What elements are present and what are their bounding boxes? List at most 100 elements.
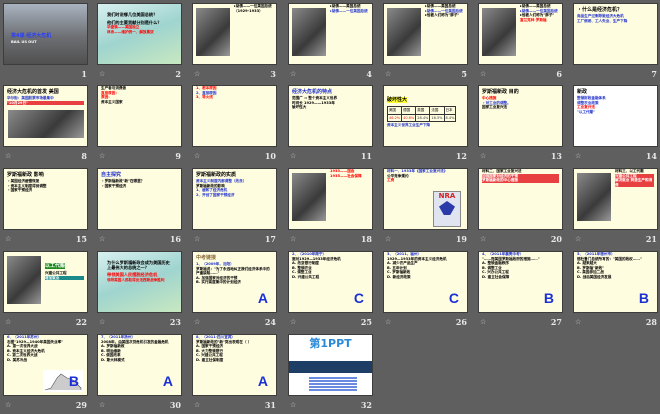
slide-content: 1、根本原因 2、直接原因 3、导火线 — [193, 86, 276, 100]
table-header: 法国 — [429, 106, 445, 115]
slide-thumbnail[interactable]: 8、（2011·四川宜宾） 罗斯福新政的"新"突出表现在（ ） A. 国家干预经济 B… — [192, 334, 277, 396]
slide-thumbnail[interactable]: 经济大危机的特点 范围广 ⇒ 整个资本主义世界 时间长 1929——1933年 破坏性… — [288, 85, 373, 147]
animation-icon[interactable]: ☆ — [385, 70, 391, 78]
animation-icon[interactable]: ☆ — [575, 318, 581, 326]
slide-title: 中考链接 — [196, 255, 217, 261]
slide-thumbnail-cell: 1、根本原因 2、直接原因 3、导火线 ☆ 10 — [192, 85, 278, 165]
slide-number: 23 — [169, 317, 181, 327]
animation-icon[interactable]: ☆ — [5, 401, 11, 409]
animation-icon[interactable]: ☆ — [194, 235, 200, 243]
animation-icon[interactable]: ☆ — [99, 318, 105, 326]
data-table: 美国 德国 英国 法国 日本 46.2% 40.6% 28.4% 16.5% 8.4% — [386, 106, 457, 122]
slide-thumbnail[interactable]: 为什么罗斯福新政会成为美国历史上最伟大的总统之一？ 带领美国人民摆脱经济危机 领导美… — [97, 251, 182, 313]
animation-icon[interactable]: ☆ — [290, 318, 296, 326]
slide-thumbnail-cell: 生产者与消费者 直接原因： 原因： 资本主义国家 ☆ 9 — [97, 85, 183, 165]
slide-text-line: B. 实行高度集中的计划经济 — [196, 280, 241, 285]
slide-text-line: 国家工业复兴法 — [482, 105, 508, 110]
animation-icon[interactable]: ☆ — [290, 235, 296, 243]
slide-photo — [292, 8, 326, 56]
slide-thumbnail[interactable]: ・什么是经济危机？ 商品生产过剩导致经济大危机 工厂倒闭、工人失业、生产下降 — [573, 3, 658, 65]
slide-number: 18 — [360, 234, 372, 244]
table-header: 德国 — [401, 106, 417, 115]
slide-thumbnail-cell: 第1PPT ☆ 32 — [288, 334, 374, 414]
animation-icon[interactable]: ☆ — [194, 318, 200, 326]
slide-thumbnail-cell: ▸胡佛——美国总统 ▸胡佛——一位美国总统 ▸他被人们称为"胖子" 富兰克林·罗斯福 ☆… — [478, 3, 564, 83]
animation-icon[interactable]: ☆ — [99, 401, 105, 409]
slide-thumbnail[interactable]: 1933——国会 1935——社会保障 — [288, 168, 373, 230]
slide-content: 4、（2011年襄樊中考） "……而美国罗斯福政府的措施……" A. 整顿金融秩序 B… — [479, 252, 562, 280]
slide-thumbnail-cell: ・什么是经济危机？ 商品生产过剩导致经济大危机 工厂倒闭、工人失业、生产下降 7 — [573, 3, 659, 83]
slide-thumbnail[interactable]: 以工代赈 兴建公共工程 增加就业 — [3, 251, 88, 313]
animation-icon[interactable]: ☆ — [575, 152, 581, 160]
slide-text-line: 2、开创了国家干预经济 — [196, 192, 235, 197]
slide-thumbnail[interactable]: ▸胡佛——美国总统 ▸胡佛——一位美国总统 — [288, 3, 373, 65]
animation-icon[interactable]: ☆ — [194, 401, 200, 409]
slide-number: 15 — [75, 234, 87, 244]
slide-thumbnail[interactable]: 罗斯福新政 目的 中心措施 ・对工业的调整。 国家工业复兴法 — [478, 85, 563, 147]
animation-icon[interactable]: ☆ — [480, 318, 486, 326]
slide-thumbnail[interactable]: 第1PPT — [288, 334, 373, 396]
slide-thumbnail[interactable]: 罗斯福新政的实质 资本主义制度内部调整（改良） 罗斯福新政的影响 1、缓和了经济危机 2… — [192, 168, 277, 230]
slide-thumbnail-cell: 为什么罗斯福新政会成为美国历史上最伟大的总统之一？ 带领美国人民摆脱经济危机 领导美… — [97, 251, 183, 331]
slide-photo — [387, 8, 421, 56]
slide-thumbnail[interactable]: 4、（2011年襄樊中考） "……而美国罗斯福政府的措施……" A. 整顿金融秩序 B… — [478, 251, 563, 313]
slide-thumbnail[interactable]: 材料二、国家工业复兴法 加强国家对经济的干预 罗斯福新政的中心措施 — [478, 168, 563, 230]
animation-icon[interactable]: ☆ — [290, 152, 296, 160]
slide-thumbnail[interactable]: 6、（2011年苏州） 右图"1929—1940年美国失业率" A. 第一次世界大战… — [3, 334, 88, 396]
table-cell: 40.6% — [401, 114, 417, 122]
animation-icon[interactable]: ☆ — [480, 70, 486, 78]
slide-text-line: 解决就业 刺激生产和消费 — [615, 178, 654, 188]
slide-number: 27 — [550, 317, 562, 327]
animation-icon[interactable]: ☆ — [480, 152, 486, 160]
animation-icon[interactable]: ☆ — [480, 235, 486, 243]
animation-icon[interactable]: ☆ — [99, 152, 105, 160]
slide-thumbnail-cell: 材料二、国家工业复兴法 加强国家对经济的干预 罗斯福新政的中心措施 ☆ 20 — [478, 168, 564, 248]
slide-thumbnail[interactable]: 我们时说哪几位美国总统？ 他们的主要贡献分别是什么？ 华盛顿——美国独立 林肯——维护… — [97, 3, 182, 65]
slide-number: 10 — [264, 151, 276, 161]
slide-thumbnail-cell: 罗斯福新政 影响 ・美国经济缓慢恢复 ・资本主义制度得到调整 ・国家干预经济 ☆ 15 — [3, 168, 89, 248]
animation-icon[interactable]: ☆ — [194, 152, 200, 160]
slide-number: 14 — [645, 151, 657, 161]
slide-thumbnail[interactable]: 罗斯福新政 影响 ・美国经济缓慢恢复 ・资本主义制度得到调整 ・国家干预经济 — [3, 168, 88, 230]
slide-thumbnail[interactable]: ▸胡佛——美国总统 ▸胡佛——一位美国总统 ▸他被人们称为"胖子" 富兰克林·罗斯福 — [478, 3, 563, 65]
slide-thumbnail[interactable]: 第4课 经济大危机 BAIL US OUT — [3, 3, 88, 65]
table-header: 日本 — [443, 106, 457, 115]
animation-icon[interactable]: ☆ — [194, 70, 200, 78]
slide-thumbnail[interactable]: 中考链接 1、（2009年，沈阳） 罗斯福说："为了永远地纠正我们经济体系中的严重缺… — [192, 251, 277, 313]
slide-content: 罗斯福新政 影响 ・美国经济缓慢恢复 ・资本主义制度得到调整 ・国家干预经济 — [4, 172, 87, 193]
animation-icon[interactable]: ☆ — [99, 70, 105, 78]
animation-icon[interactable]: ☆ — [99, 235, 105, 243]
animation-icon[interactable]: ☆ — [575, 235, 581, 243]
slide-thumbnail[interactable]: 自主探究 ・罗斯福新政"新"在哪里？ ・国家干预经济 — [97, 168, 182, 230]
slide-number: 26 — [455, 317, 467, 327]
slide-title: 第1PPT — [309, 337, 352, 350]
slide-content: 材料三、以工代赈 兴建公共工程 解决就业 刺激生产和消费 — [612, 169, 657, 188]
slide-thumbnail-cell: ▸胡佛——美国总统 ▸胡佛——一位美国总统 ▸他被人们称为"胖子" ☆ 5 — [383, 3, 469, 83]
slide-thumbnail-cell: 2、（2010年南宁） 面对1929—1933年经济危机 A. 改变银行制度 B. 整… — [288, 251, 374, 331]
animation-icon[interactable]: ☆ — [290, 70, 296, 78]
slide-content: 2、（2010年南宁） 面对1929—1933年经济危机 A. 改变银行制度 B. 整… — [289, 252, 372, 280]
slide-text-line: 增加就业 — [45, 275, 84, 281]
animation-icon[interactable]: ☆ — [290, 401, 296, 409]
slide-thumbnail[interactable]: 新政 整顿财政金融体系 调整农业政策 工业复兴法 "以工代赈" — [573, 85, 658, 147]
slide-thumbnail[interactable]: 破坏性大 美国 德国 英国 法国 日本 46.2% 40.6% 28.4% 16.5% 8.4% 资本… — [383, 85, 468, 147]
slide-text-line: D. 兴建公共工程 — [292, 274, 320, 279]
slide-thumbnail[interactable]: 生产者与消费者 直接原因： 原因： 资本主义国家 — [97, 85, 182, 147]
slide-thumbnail[interactable]: 5、（2011年德州市） 德杜鲁门总统所写的："美国的政权……" A. 越来越大 B.… — [573, 251, 658, 313]
slide-thumbnail[interactable]: ▸胡佛——一位美国总统（1929-1933） — [192, 3, 277, 65]
animation-icon[interactable]: ☆ — [385, 318, 391, 326]
slide-thumbnail[interactable]: 2、（2010年南宁） 面对1929—1933年经济危机 A. 改变银行制度 B. 整… — [288, 251, 373, 313]
slide-thumbnail[interactable]: 3、（2011，福州） 1929—1933年的资本主义经济危机 A. 减少农产品生产… — [383, 251, 468, 313]
nra-poster: NRA — [433, 191, 461, 227]
slide-thumbnail[interactable]: NRA 材料一、1933年《国家工业复兴法》 公平竞争规约 工资 — [383, 168, 468, 230]
animation-icon[interactable]: ☆ — [5, 235, 11, 243]
slide-number: 2 — [175, 69, 181, 79]
slide-thumbnail[interactable]: 经济大危机的首发 美国 华尔街：美国股票市场最集中 "10月29日" — [3, 85, 88, 147]
slide-thumbnail[interactable]: ▸胡佛——美国总统 ▸胡佛——一位美国总统 ▸他被人们称为"胖子" — [383, 3, 468, 65]
animation-icon[interactable]: ☆ — [5, 318, 11, 326]
slide-thumbnail[interactable]: 材料三、以工代赈 兴建公共工程 解决就业 刺激生产和消费 — [573, 168, 658, 230]
slide-thumbnail[interactable]: 1、根本原因 2、直接原因 3、导火线 — [192, 85, 277, 147]
animation-icon[interactable]: ☆ — [5, 152, 11, 160]
animation-icon[interactable]: ☆ — [385, 235, 391, 243]
slide-thumbnail[interactable]: 7、（2011年扬州） 2008年，由美国次贷危机引发的金融危机 A. 罗斯福新政 B… — [97, 334, 182, 396]
